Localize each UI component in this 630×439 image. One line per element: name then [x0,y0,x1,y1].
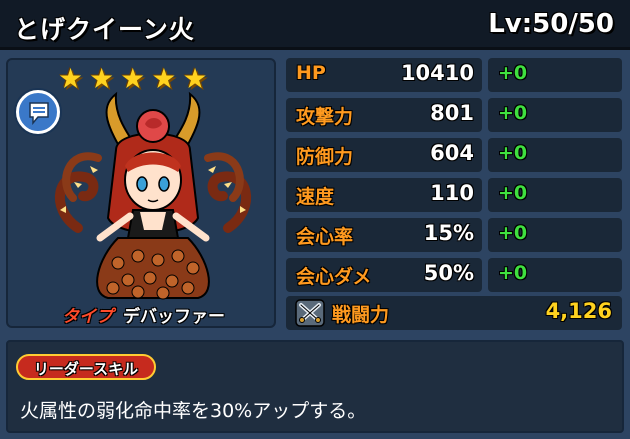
combat-power-row: 戦闘力 4,126 [286,296,622,330]
level-indicator: Lv:50/50 [488,9,614,39]
stat-main: 会心率 15% [286,218,482,252]
leader-skill-panel: リーダースキル 火属性の弱化命中率を30%アップする。 [6,340,624,433]
bonus-value: +0 [498,222,528,244]
header-bar: とげクイーン火 Lv:50/50 [0,0,630,50]
stat-value: 801 [430,101,474,125]
stat-value: 10410 [400,61,474,85]
type-value: デバッファー [123,307,225,327]
stat-value: 15% [423,221,474,245]
stat-main: HP 10410 [286,58,482,92]
stat-label: HP [296,62,326,84]
type-row: タイプ デバッファー [62,302,225,327]
combat-power-value: 4,126 [545,299,612,323]
stat-label: 会心ダメ [296,266,372,288]
stat-main: 攻撃力 801 [286,98,482,132]
stat-label: 防御力 [296,146,354,168]
stat-value: 110 [430,181,474,205]
stat-main: 速度 110 [286,178,482,212]
stat-row-crit-damage: 会心ダメ 50% +0 [286,258,622,292]
stat-value: 50% [423,261,474,285]
bonus-value: +0 [498,262,528,284]
bonus-value: +0 [498,142,528,164]
bonus-value: +0 [498,102,528,124]
stat-label: 攻撃力 [296,106,354,128]
leader-skill-badge: リーダースキル [16,354,156,380]
combat-power-label: 戦闘力 [332,304,390,326]
stat-row-defense: 防御力 604 +0 [286,138,622,172]
leader-skill-badge-label: リーダースキル [33,360,139,378]
stat-label: 速度 [296,186,335,208]
bonus-value: +0 [498,182,528,204]
crossed-swords-icon [295,299,325,327]
stat-main: 防御力 604 [286,138,482,172]
character-name: とげクイーン火 [14,15,195,44]
stat-bonus: +0 [488,138,622,172]
stat-bonus: +0 [488,178,622,212]
character-portrait [55,91,251,300]
stat-bonus: +0 [488,58,622,92]
stat-bonus: +0 [488,98,622,132]
stat-main: 会心ダメ 50% [286,258,482,292]
stat-row-hp: HP 10410 +0 [286,58,622,92]
stat-bonus: +0 [488,218,622,252]
character-panel[interactable]: ★ ★ ★ ★ ★ タイプ デバッファー [6,58,276,328]
stat-bonus: +0 [488,258,622,292]
stat-row-attack: 攻撃力 801 +0 [286,98,622,132]
stat-row-speed: 速度 110 +0 [286,178,622,212]
character-detail-screen: とげクイーン火 Lv:50/50 ★ ★ ★ ★ ★ タイプ デバッファー HP… [0,0,630,439]
leader-skill-description: 火属性の弱化命中率を30%アップする。 [20,400,367,422]
stat-row-crit-rate: 会心率 15% +0 [286,218,622,252]
stat-value: 604 [430,141,474,165]
stat-label: 会心率 [296,226,354,248]
bonus-value: +0 [498,62,528,84]
type-label: タイプ [62,307,113,327]
